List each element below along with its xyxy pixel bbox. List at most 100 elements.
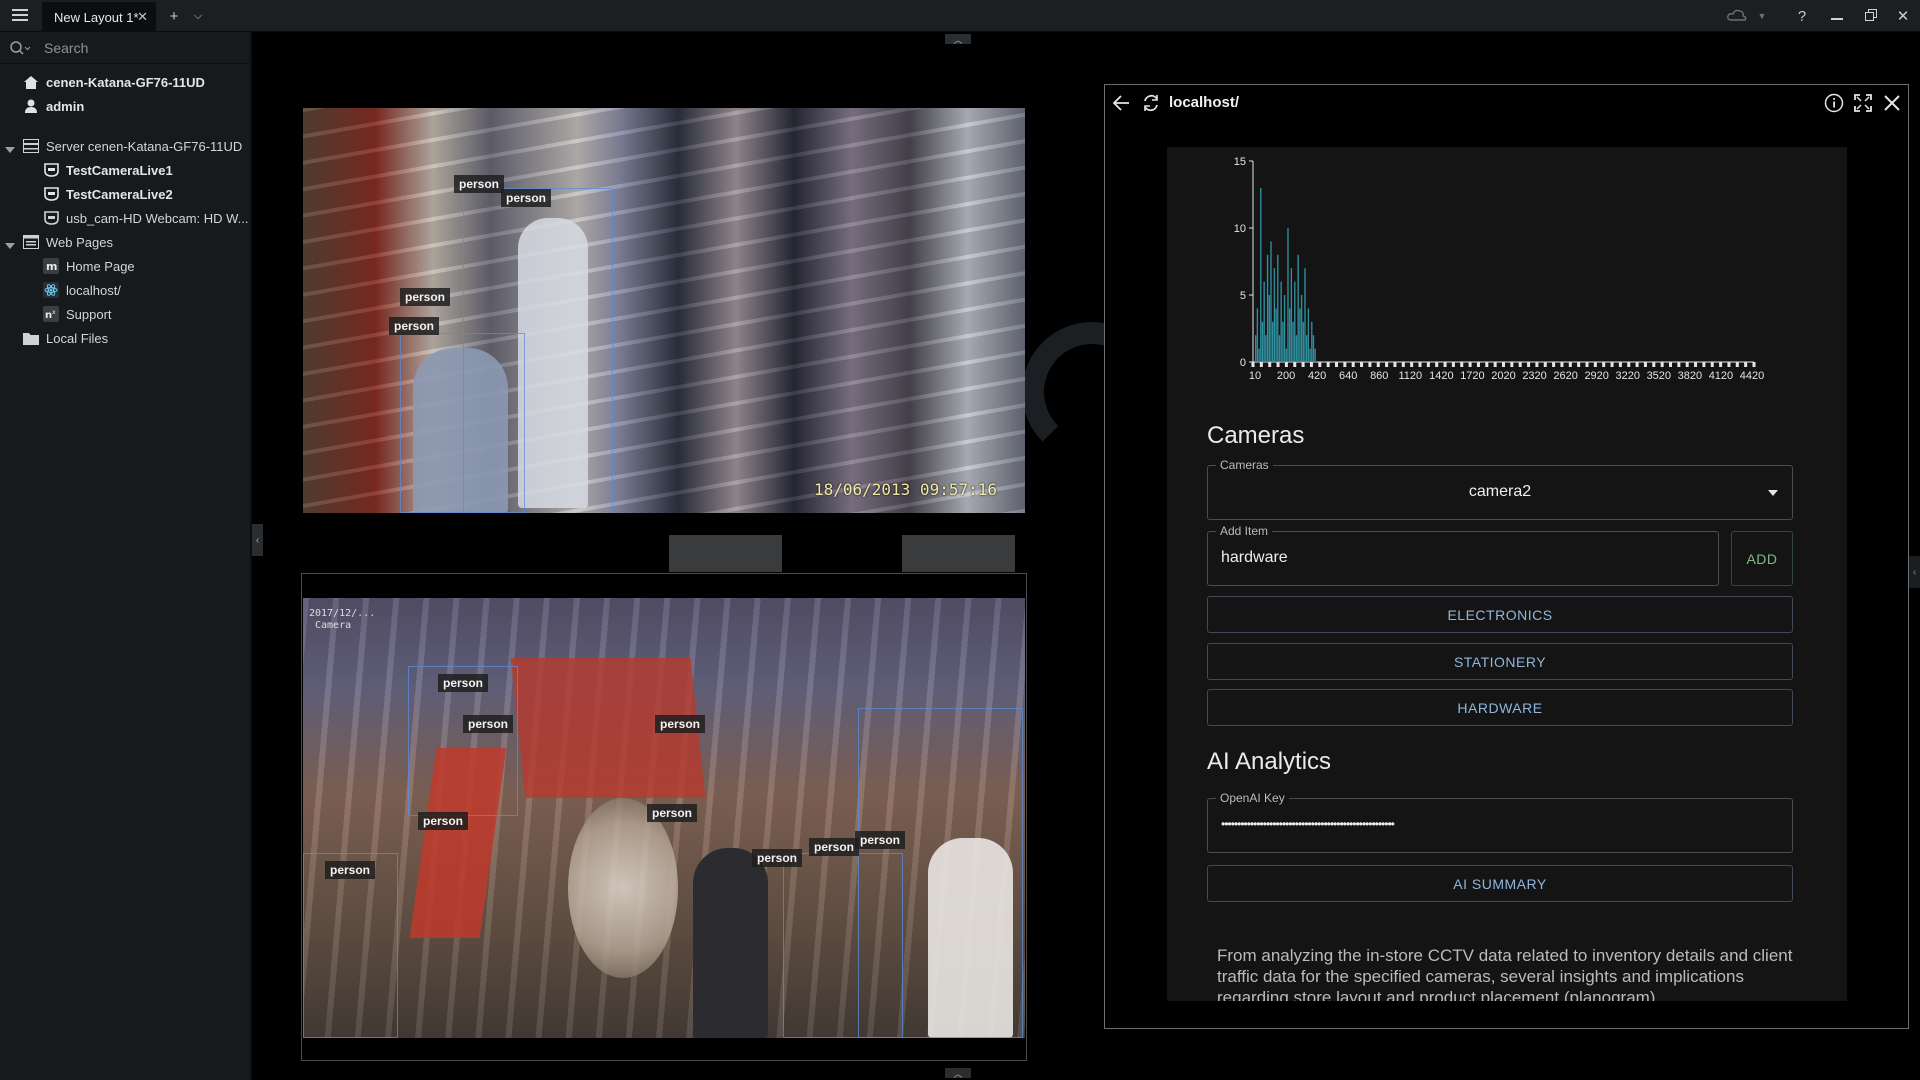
x-tick bbox=[1410, 362, 1414, 367]
camera-tile-bottom[interactable]: person person person person person perso… bbox=[303, 598, 1025, 1038]
detection-label: person bbox=[655, 715, 706, 733]
histogram-bar bbox=[1261, 321, 1264, 362]
tree-item-user[interactable]: admin bbox=[22, 95, 84, 117]
histogram-bar bbox=[1312, 335, 1315, 362]
collapse-right-panel-button[interactable]: ‹ bbox=[1909, 556, 1920, 588]
close-tab-icon[interactable]: ✕ bbox=[137, 9, 148, 25]
x-tick bbox=[1719, 362, 1723, 367]
cameras-select-label: Cameras bbox=[1216, 458, 1273, 472]
tree-item-server[interactable]: Server cenen-Katana-GF76-11UD bbox=[22, 135, 242, 157]
chevron-left-icon: ‹ bbox=[1912, 566, 1917, 578]
x-tick-label: 4420 bbox=[1740, 370, 1764, 382]
tree-item-home-page[interactable]: m Home Page bbox=[42, 255, 135, 277]
category-button-stationery[interactable]: STATIONERY bbox=[1207, 643, 1793, 680]
add-item-input[interactable]: hardware bbox=[1221, 549, 1288, 567]
collapse-top-panel-button[interactable]: ︿ bbox=[945, 34, 971, 45]
ai-summary-text: From analyzing the in-store CCTV data re… bbox=[1217, 946, 1793, 1001]
x-tick bbox=[1643, 362, 1647, 367]
web-page-item[interactable]: localhost/ 15 10 5 0 10 200 420 640 860 1120 1420 1… bbox=[1104, 84, 1909, 1029]
person-figure bbox=[693, 848, 768, 1038]
reload-button[interactable] bbox=[1141, 93, 1161, 118]
tree-item-local-files[interactable]: Local Files bbox=[22, 327, 108, 349]
close-window-button[interactable]: ✕ bbox=[1890, 0, 1916, 32]
main-menu-button[interactable] bbox=[6, 0, 34, 32]
x-tick bbox=[1560, 362, 1564, 367]
x-tick-label: 2620 bbox=[1553, 370, 1577, 382]
x-tick bbox=[1752, 362, 1756, 367]
close-icon: ✕ bbox=[1896, 8, 1910, 25]
tree-item-camera-3[interactable]: usb_cam-HD Webcam: HD W... bbox=[42, 207, 249, 229]
hamburger-icon bbox=[12, 8, 28, 25]
add-item-field[interactable]: Add Item hardware bbox=[1207, 524, 1719, 586]
x-tick bbox=[1376, 362, 1380, 367]
category-button-hardware[interactable]: HARDWARE bbox=[1207, 689, 1793, 726]
add-button-label: ADD bbox=[1746, 550, 1778, 567]
title-bar: New Layout 1* ✕ + ⌵ ▼ ? ✕ bbox=[0, 0, 1920, 32]
x-tick-label: 3820 bbox=[1678, 370, 1702, 382]
camera-tile-top[interactable]: person person person person 18/06/2013 0… bbox=[303, 108, 1025, 513]
tree-item-camera-1[interactable]: TestCameraLive1 bbox=[42, 159, 173, 181]
cloud-dropdown-button[interactable]: ▼ bbox=[1754, 0, 1770, 32]
home-icon bbox=[22, 74, 40, 90]
ai-summary-button[interactable]: AI SUMMARY bbox=[1207, 865, 1793, 902]
x-tick-label: 1720 bbox=[1460, 370, 1484, 382]
histogram-bar bbox=[1275, 308, 1277, 362]
histogram-bar bbox=[1314, 348, 1316, 362]
tree-item-localhost[interactable]: localhost/ bbox=[42, 279, 121, 301]
x-tick bbox=[1435, 362, 1439, 367]
plus-icon: + bbox=[169, 7, 179, 25]
x-tick bbox=[1351, 362, 1355, 367]
cameras-heading: Cameras bbox=[1207, 422, 1305, 449]
tree-item-system[interactable]: cenen-Katana-GF76-11UD bbox=[22, 71, 205, 93]
cloud-button[interactable] bbox=[1722, 0, 1752, 32]
x-tick bbox=[1451, 362, 1455, 367]
x-tick bbox=[1543, 362, 1547, 367]
x-tick bbox=[1660, 362, 1664, 367]
cloud-icon bbox=[1727, 8, 1747, 25]
x-tick bbox=[1443, 362, 1447, 367]
search-input[interactable]: Search bbox=[44, 40, 88, 56]
web-page-content[interactable]: 15 10 5 0 10 200 420 640 860 1120 1420 1720 2020 2320… bbox=[1167, 147, 1847, 1001]
openai-key-input[interactable]: ••••••••••••••••••••••••••••••••••••••••… bbox=[1221, 817, 1395, 831]
expand-arrow-icon[interactable] bbox=[5, 243, 15, 249]
search-bar[interactable]: Search bbox=[0, 32, 251, 64]
histogram-bar bbox=[1260, 187, 1262, 362]
histogram-bar bbox=[1266, 254, 1269, 362]
openai-key-field[interactable]: OpenAI Key •••••••••••••••••••••••••••••… bbox=[1207, 791, 1793, 853]
minimize-button[interactable] bbox=[1824, 0, 1850, 32]
camera-icon bbox=[42, 162, 60, 178]
histogram-bar bbox=[1292, 321, 1294, 362]
camera-icon bbox=[42, 210, 60, 226]
tab-list-button[interactable]: ⌵ bbox=[188, 0, 208, 32]
y-tick-label: 10 bbox=[1234, 223, 1246, 235]
x-tick bbox=[1468, 362, 1472, 367]
category-button-electronics[interactable]: ELECTRONICS bbox=[1207, 596, 1793, 633]
cameras-select[interactable]: Cameras camera2 bbox=[1207, 458, 1793, 520]
collapse-sidebar-button[interactable]: ‹ bbox=[252, 524, 263, 556]
tree-item-label: cenen-Katana-GF76-11UD bbox=[46, 74, 205, 90]
collapse-bottom-panel-button[interactable]: ︿ bbox=[945, 1068, 971, 1079]
tree-item-web-pages[interactable]: Web Pages bbox=[22, 231, 113, 253]
back-button[interactable] bbox=[1111, 94, 1131, 117]
info-button[interactable] bbox=[1824, 93, 1844, 118]
new-tab-button[interactable]: + bbox=[162, 0, 186, 32]
detection-label: person bbox=[454, 175, 505, 193]
fullscreen-button[interactable] bbox=[1853, 93, 1873, 118]
expand-arrow-icon[interactable] bbox=[5, 147, 15, 153]
tree-item-label: Server cenen-Katana-GF76-11UD bbox=[46, 138, 243, 154]
openai-key-label: OpenAI Key bbox=[1216, 791, 1289, 805]
tree-item-camera-2[interactable]: TestCameraLive2 bbox=[42, 183, 173, 205]
layout-tab[interactable]: New Layout 1* ✕ bbox=[42, 2, 156, 32]
x-tick-label: 4120 bbox=[1709, 370, 1733, 382]
tree-item-support[interactable]: nx Support bbox=[42, 303, 112, 325]
chevron-down-icon: ⌵ bbox=[193, 9, 203, 22]
help-button[interactable]: ? bbox=[1790, 0, 1814, 32]
x-tick bbox=[1485, 362, 1489, 367]
detection-label: person bbox=[463, 715, 514, 733]
detection-box bbox=[463, 188, 613, 513]
restore-button[interactable] bbox=[1858, 0, 1884, 32]
histogram-bar bbox=[1311, 321, 1313, 362]
add-button[interactable]: ADD bbox=[1731, 531, 1793, 586]
histogram-bar bbox=[1265, 335, 1267, 362]
close-panel-button[interactable] bbox=[1882, 93, 1902, 118]
